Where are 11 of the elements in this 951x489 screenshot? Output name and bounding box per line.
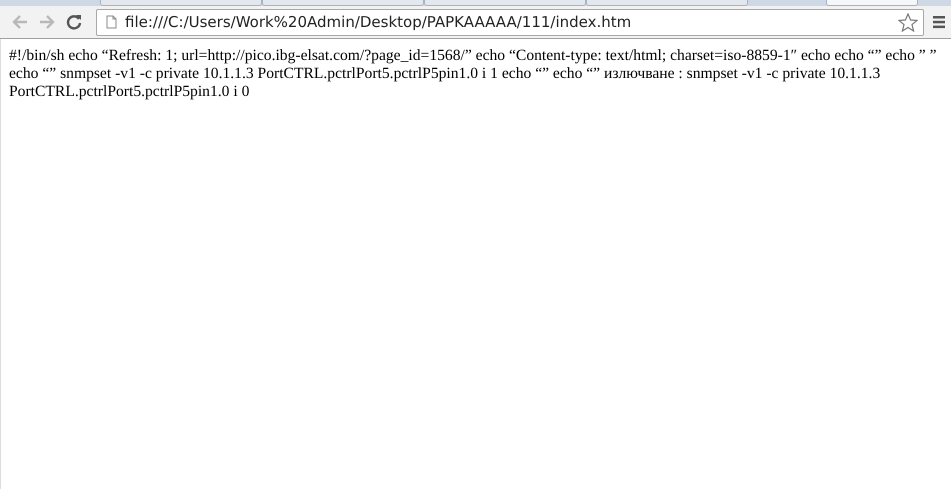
address-bar[interactable]: file:///C:/Users/Work%20Admin/Desktop/PAPKAAAAA/111/index.htm bbox=[96, 8, 924, 36]
browser-tab[interactable] bbox=[826, 0, 918, 6]
browser-tab[interactable] bbox=[100, 0, 262, 6]
reload-icon[interactable] bbox=[65, 13, 83, 31]
page-icon bbox=[106, 15, 117, 29]
menu-icon[interactable] bbox=[933, 15, 945, 29]
browser-tab[interactable] bbox=[262, 0, 424, 6]
star-icon[interactable] bbox=[898, 12, 918, 32]
browser-tab[interactable] bbox=[424, 0, 586, 6]
browser-tab[interactable] bbox=[586, 0, 748, 6]
page-text: #!/bin/sh echo “Refresh: 1; url=http://pico.ibg-elsat.com/?page_id=1568/” echo “Content-type: text/html; charset=iso-8859-1″ echo echo “” echo ” ” echo “” snmpset -v1 -c private 10.1.1.3 PortCTRL.pctrlPort5.pctrlP5pin1.0 i 1 echo “” echo “” излючване : snmpset -v1 -c private 10.1.1.3 PortCTRL.pctrlPort5.pctrlP5pin1.0 i 0 bbox=[9, 47, 938, 101]
